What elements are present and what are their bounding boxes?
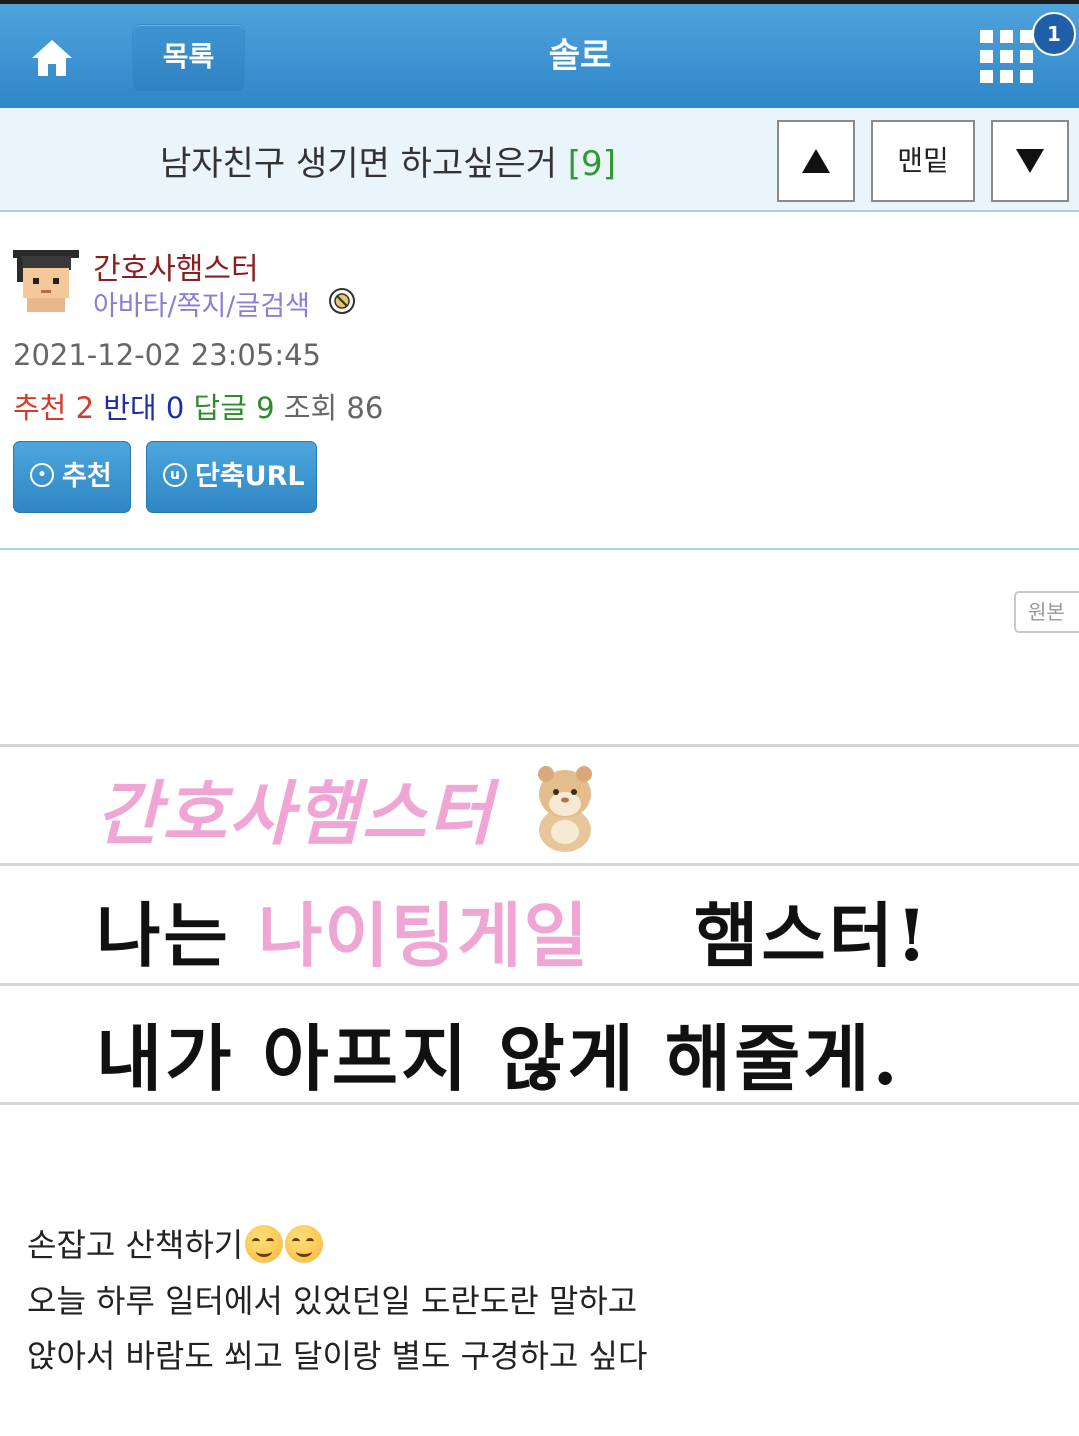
grid-menu-icon[interactable]	[980, 30, 1036, 86]
views-count: 86	[346, 391, 384, 425]
comment-count[interactable]: [9]	[568, 144, 616, 184]
reply-count: 9	[256, 391, 275, 425]
handwritten-note-image: 간호사햄스터 나는 나이팅게일 햄스터! 내가 아프지 않게 해줄게.	[0, 640, 1079, 1150]
original-image-button[interactable]: 원본	[1014, 591, 1079, 633]
hamster-icon	[534, 758, 596, 854]
short-url-button[interactable]: u 단축URL	[146, 441, 317, 513]
home-icon[interactable]	[28, 34, 76, 82]
scroll-down-button[interactable]	[991, 120, 1069, 202]
views-label: 조회	[283, 391, 338, 425]
author-name[interactable]: 간호사햄스터	[93, 244, 259, 288]
body-line-2: 오늘 하루 일터에서 있었던일 도란도란 말하고	[27, 1282, 638, 1320]
arrow-up-icon	[802, 149, 830, 173]
post-title-text: 남자친구 생기면 하고싶은거	[160, 144, 557, 184]
member-badge-icon	[328, 287, 356, 315]
reply-label: 답글	[193, 391, 247, 425]
recommend-label: 추천	[13, 391, 67, 425]
post-title-bar: 남자친구 생기면 하고싶은거 [9] 맨밑	[0, 108, 1079, 212]
ruled-line	[0, 863, 1079, 866]
note-line-3: 내가 아프지 않게 해줄게.	[96, 1016, 901, 1101]
top-bar: 목록 솔로 1	[0, 0, 1079, 108]
note-line-1: 간호사햄스터	[96, 772, 495, 855]
scroll-top-button[interactable]	[777, 120, 855, 202]
post-stats: 추천 2 반대 0 답글 9 조회 86	[13, 385, 383, 427]
divider	[0, 548, 1079, 550]
note-line-2-c: 햄스터!	[694, 894, 930, 977]
list-button[interactable]: 목록	[132, 24, 245, 92]
note-line-2-a: 나는	[96, 894, 231, 977]
oppose-count: 0	[165, 391, 185, 425]
scroll-bottom-button[interactable]: 맨밑	[871, 120, 975, 202]
body-line-3: 앉아서 바람도 쐬고 달이랑 별도 구경하고 싶다	[27, 1337, 648, 1375]
short-url-icon: u	[163, 462, 187, 487]
smiling-face-emoji-icon	[285, 1225, 324, 1263]
recommend-icon: •	[30, 462, 54, 487]
body-line-1: 손잡고 산책하기	[27, 1220, 324, 1266]
note-line-2-b: 나이팅게일	[258, 894, 590, 977]
smiling-face-emoji-icon	[245, 1225, 284, 1263]
recommend-button-label: 추천	[62, 461, 112, 492]
notification-badge[interactable]: 1	[1032, 12, 1076, 56]
oppose-label: 반대	[103, 391, 157, 425]
arrow-down-icon	[1016, 149, 1044, 173]
author-links[interactable]: 아바타/쪽지/글검색	[93, 284, 310, 323]
recommend-count: 2	[75, 391, 95, 425]
ruled-line	[0, 983, 1079, 986]
post-date: 2021-12-02 23:05:45	[13, 338, 321, 372]
avatar[interactable]	[13, 248, 79, 314]
site-title: 솔로	[548, 36, 612, 76]
recommend-button[interactable]: • 추천	[13, 441, 131, 513]
post-title: 남자친구 생기면 하고싶은거 [9]	[160, 136, 616, 185]
ruled-line	[0, 744, 1079, 747]
body-line-1-text: 손잡고 산책하기	[27, 1226, 244, 1264]
short-url-button-label: 단축URL	[195, 461, 305, 492]
